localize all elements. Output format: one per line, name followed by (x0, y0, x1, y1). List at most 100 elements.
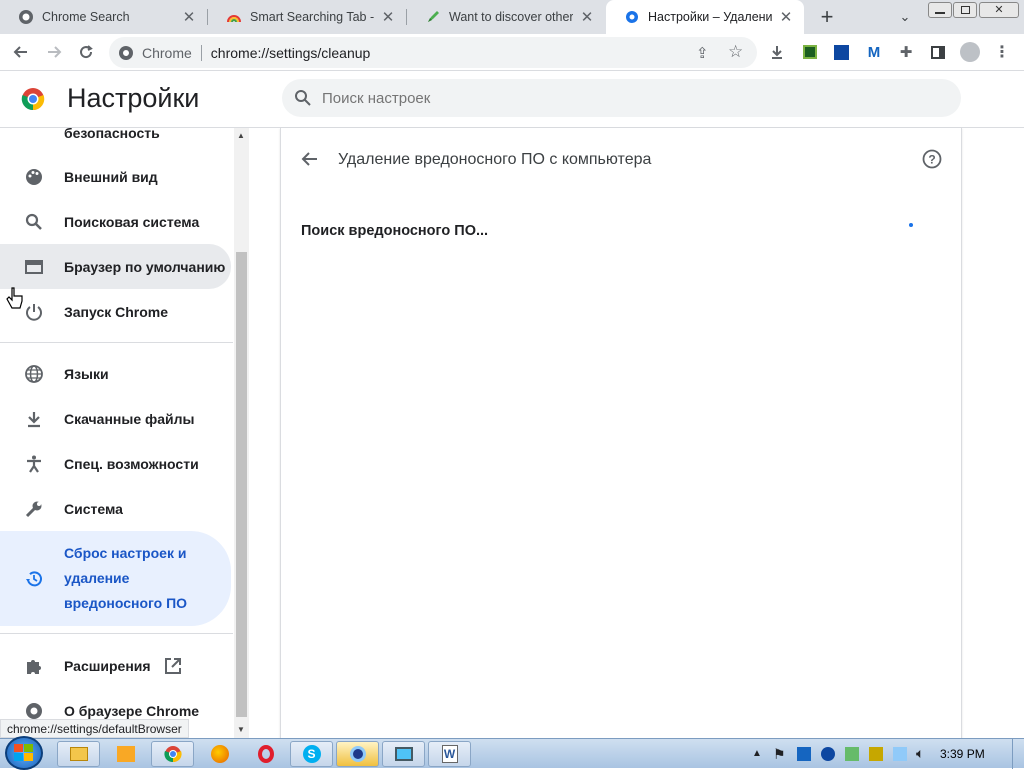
tray-icon-1[interactable] (797, 747, 811, 761)
menu-button[interactable]: ⋮ (989, 39, 1015, 65)
download-icon (28, 411, 40, 427)
taskbar-explorer[interactable] (57, 741, 100, 767)
tray-icon-2[interactable] (821, 747, 835, 761)
profile-button[interactable] (957, 39, 983, 65)
monitor-icon (394, 747, 413, 761)
hand-cursor-icon (6, 287, 23, 309)
close-icon[interactable]: ✕ (380, 8, 396, 26)
close-icon[interactable]: ✕ (778, 8, 794, 26)
sidebar-item-label: Система (64, 500, 123, 517)
minimize-button[interactable] (928, 2, 952, 18)
sidebar-item-label: Сброс настроек и удаление вредоносного П… (64, 545, 188, 611)
sidebar-item-appearance[interactable]: Внешний вид (0, 154, 231, 199)
sidebar-item-extensions[interactable]: Расширения (0, 643, 231, 688)
malwarebytes-button[interactable]: M (861, 39, 887, 65)
sidebar-item-reset-and-cleanup[interactable]: Сброс настроек и удаление вредоносного П… (0, 531, 231, 626)
volume-icon[interactable]: 🔈︎ (916, 745, 924, 762)
browser-window-icon (25, 259, 43, 274)
windows-taskbar: S W ▲ ⚑ 🔈︎ 3:39 PM (0, 736, 1024, 770)
search-icon (25, 213, 42, 230)
forward-button[interactable] (41, 39, 67, 65)
toolbar: Chrome chrome://settings/cleanup ⇪ ☆ M ✚… (0, 34, 1024, 71)
power-icon (26, 303, 42, 321)
tray-arrow-icon[interactable]: ▲ (752, 748, 762, 759)
taskbar-skype[interactable]: S (290, 741, 333, 767)
sidebar-item-downloads[interactable]: Скачанные файлы (0, 396, 231, 441)
downloads-button[interactable] (764, 39, 790, 65)
help-icon[interactable]: ? (922, 149, 942, 169)
tab-want-to-discover[interactable]: Want to discover other p ✕ (407, 0, 605, 34)
puzzle-icon (27, 659, 41, 674)
scrollbar-thumb[interactable] (236, 252, 247, 717)
browser-window: Chrome Search ✕ Smart Searching Tab - Ин… (0, 0, 1024, 738)
sidebar-item-languages[interactable]: Языки (0, 351, 231, 396)
tab-chrome-search[interactable]: Chrome Search ✕ (0, 0, 207, 34)
tab-smart-searching[interactable]: Smart Searching Tab - Ин ✕ (208, 0, 406, 34)
back-arrow-icon[interactable] (301, 150, 319, 168)
search-input[interactable] (322, 89, 882, 107)
extension-blue-icon (833, 44, 849, 60)
start-button[interactable] (5, 736, 43, 770)
spinner-icon (909, 223, 913, 227)
tab-settings[interactable]: Настройки – Удаление в ✕ (606, 0, 804, 34)
tray-icon-3[interactable] (845, 747, 859, 761)
reload-button[interactable] (73, 39, 99, 65)
scan-status-text: Поиск вредоносного ПО... (301, 223, 489, 239)
flag-icon[interactable]: ⚑ (773, 746, 786, 763)
network-icon[interactable] (893, 747, 907, 761)
sidebar-item-label: О браузере Chrome (64, 702, 200, 719)
tab-title: Настройки – Удаление в (648, 10, 772, 24)
chrome-icon (118, 45, 134, 61)
taskbar-chrome[interactable] (151, 741, 194, 767)
sidebar-item-search-engine[interactable]: Поисковая система (0, 199, 231, 244)
section-title: Удаление вредоносного ПО с компьютера (338, 151, 652, 168)
sidebar-item-label: Внешний вид (64, 168, 158, 185)
extensions-button[interactable]: ✚ (893, 39, 919, 65)
scroll-up-icon[interactable]: ▲ (237, 131, 245, 140)
extension-green-button[interactable] (797, 39, 823, 65)
skype-icon: S (302, 745, 321, 763)
sidebar-item-system[interactable]: Система (0, 486, 231, 531)
new-tab-button[interactable]: + (814, 4, 840, 30)
sidebar-item-label: Запуск Chrome (64, 303, 169, 320)
chrome-icon (26, 702, 42, 719)
clock[interactable]: 3:39 PM (940, 747, 985, 761)
taskbar-media-app[interactable] (336, 741, 379, 767)
back-button[interactable] (8, 39, 34, 65)
reload-icon (80, 45, 93, 59)
sidebar-scrollbar[interactable]: ▲ ▼ (234, 128, 249, 738)
sidebar-item-default-browser[interactable]: Браузер по умолчанию (0, 244, 231, 289)
sidebar-item-label: Спец. возможности (64, 455, 199, 472)
sidebar-item-on-startup[interactable]: Запуск Chrome (0, 289, 231, 334)
tab-search-button[interactable]: ⌄ (893, 6, 917, 28)
taskbar-network-app[interactable] (382, 741, 425, 767)
tab-strip: Chrome Search ✕ Smart Searching Tab - Ин… (0, 0, 1024, 34)
history-icon (26, 571, 42, 587)
bookmark-star-icon[interactable]: ☆ (728, 42, 743, 62)
side-panel-button[interactable] (925, 39, 951, 65)
sidebar-item-security[interactable]: безопасность (0, 128, 231, 155)
taskbar-word[interactable]: W (428, 741, 471, 767)
extension-blue-button[interactable] (828, 39, 854, 65)
restore-button[interactable] (953, 2, 977, 18)
omnibox[interactable]: Chrome chrome://settings/cleanup ⇪ ☆ (109, 37, 757, 68)
close-icon[interactable]: ✕ (579, 8, 595, 26)
settings-search[interactable] (282, 79, 961, 117)
omnibox-url: chrome://settings/cleanup (210, 44, 371, 61)
taskbar-firefox[interactable] (198, 741, 241, 767)
close-window-button[interactable]: ✕ (979, 2, 1019, 18)
arrow-left-icon (13, 46, 27, 58)
malwarebytes-icon: M (867, 43, 881, 61)
taskbar-media-player[interactable] (104, 741, 147, 767)
taskbar-opera[interactable] (244, 741, 287, 767)
tray-icon-4[interactable] (869, 747, 883, 761)
firefox-icon (210, 745, 229, 763)
scroll-down-icon[interactable]: ▼ (237, 725, 245, 734)
share-icon[interactable]: ⇪ (696, 44, 709, 62)
chrome-search-icon (18, 9, 34, 25)
sidebar-item-accessibility[interactable]: Спец. возможности (0, 441, 231, 486)
windows-logo-icon (14, 744, 33, 761)
rainbow-icon (226, 9, 242, 25)
close-icon[interactable]: ✕ (181, 8, 197, 26)
show-desktop-button[interactable] (1012, 739, 1024, 769)
